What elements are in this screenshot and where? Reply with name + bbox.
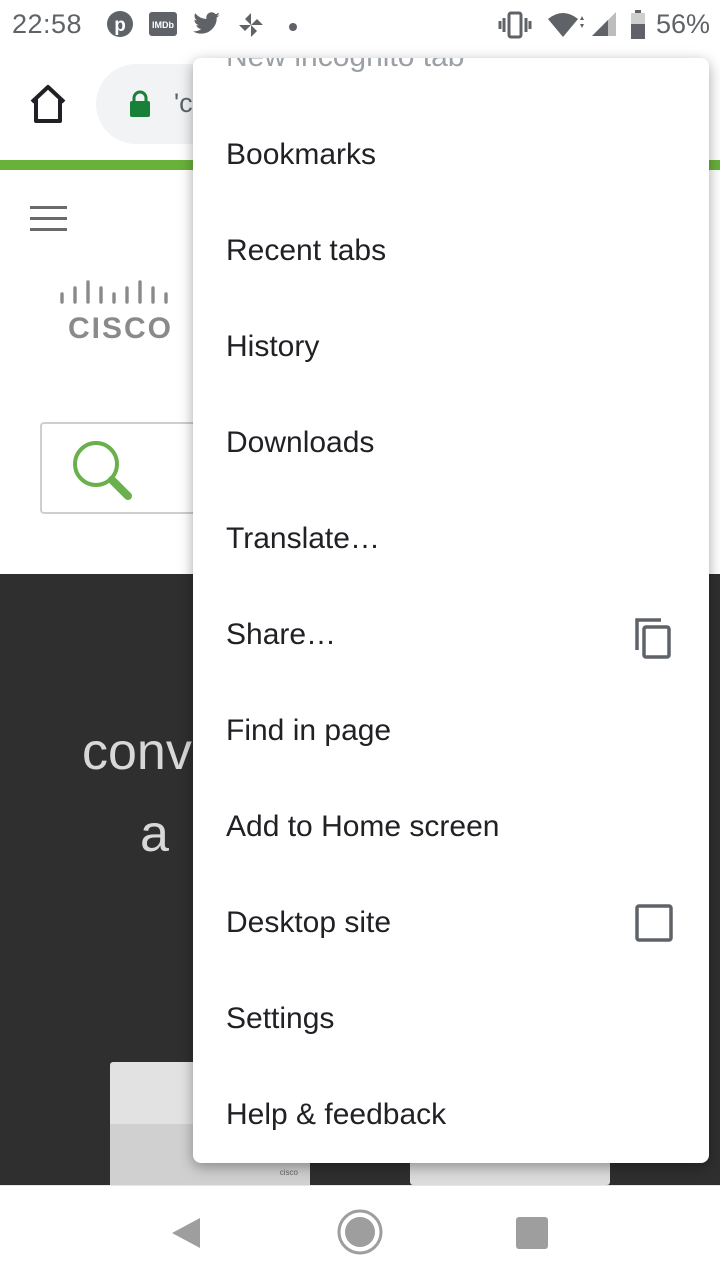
clock: 22:58: [12, 9, 83, 39]
twitter-icon: [192, 10, 222, 43]
copy-icon[interactable]: [633, 616, 673, 665]
url-text: 'c: [174, 88, 193, 118]
dot-icon: [288, 19, 298, 37]
pinwheel-icon: [236, 10, 266, 45]
menu-item-settings[interactable]: Settings: [193, 972, 709, 1068]
menu-item-desktop-site[interactable]: Desktop site: [193, 876, 709, 972]
desktop-site-checkbox[interactable]: [635, 904, 673, 947]
overflow-menu: New incognito tab Bookmarks Recent tabs …: [193, 58, 709, 1163]
pinterest-icon: p: [106, 10, 134, 43]
menu-item-find-in-page[interactable]: Find in page: [193, 684, 709, 780]
menu-item-history[interactable]: History: [193, 300, 709, 396]
menu-item-translate[interactable]: Translate…: [193, 492, 709, 588]
menu-item-bookmarks[interactable]: Bookmarks: [193, 108, 709, 204]
wifi-icon: [546, 10, 586, 45]
battery-percent: 56%: [656, 9, 711, 39]
battery-icon: [630, 10, 646, 45]
recent-apps-icon[interactable]: [516, 1217, 548, 1249]
search-icon: [70, 438, 134, 507]
vibrate-icon: [498, 10, 532, 45]
imdb-icon: IMDb: [148, 10, 178, 43]
svg-text:p: p: [114, 15, 126, 36]
status-bar: 22:58 p IMDb 56%: [0, 0, 720, 50]
device-logo: cisco: [279, 1168, 298, 1177]
signal-icon: [590, 10, 618, 43]
menu-item-share[interactable]: Share…: [193, 588, 709, 684]
menu-item-downloads[interactable]: Downloads: [193, 396, 709, 492]
svg-text:IMDb: IMDb: [152, 20, 174, 30]
home-circle-icon[interactable]: [336, 1208, 384, 1261]
system-nav-bar: [0, 1185, 720, 1280]
hero-heading: conv: [82, 723, 192, 781]
hero-subheading: a: [140, 805, 169, 863]
lock-icon: [128, 90, 152, 123]
cisco-wordmark: CISCO: [68, 312, 174, 345]
home-icon[interactable]: [24, 80, 72, 128]
hamburger-icon[interactable]: [30, 206, 67, 239]
menu-item-add-to-home-screen[interactable]: Add to Home screen: [193, 780, 709, 876]
menu-item-help-feedback[interactable]: Help & feedback: [193, 1068, 709, 1163]
back-icon[interactable]: [170, 1216, 202, 1255]
menu-item-recent-tabs[interactable]: Recent tabs: [193, 204, 709, 300]
